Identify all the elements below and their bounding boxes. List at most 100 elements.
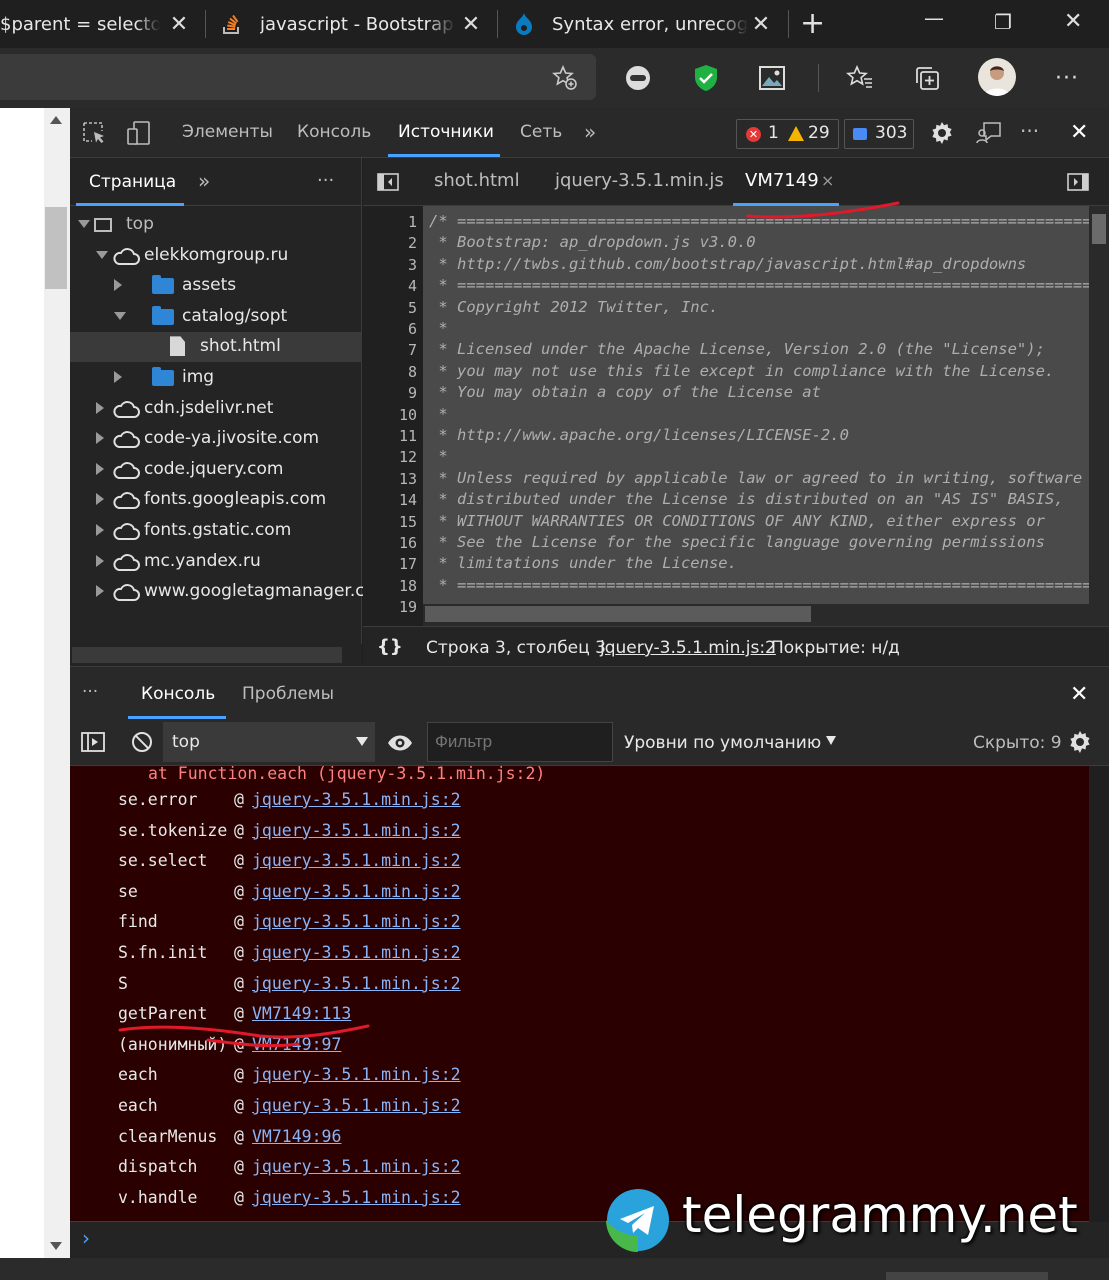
tree-item[interactable]: top	[70, 210, 362, 240]
browser-tab-1[interactable]: $parent = selector & ✕	[0, 0, 190, 48]
stack-source-link[interactable]: VM7149:96	[252, 1127, 341, 1146]
device-toolbar-icon[interactable]	[127, 120, 151, 150]
tree-item[interactable]: cdn.jsdelivr.net	[70, 394, 362, 424]
expand-arrow-right-icon[interactable]	[96, 401, 104, 414]
tab-elements[interactable]: Элементы	[182, 122, 273, 142]
console-settings-gear-icon[interactable]	[1068, 730, 1092, 758]
feedback-icon[interactable]	[976, 121, 1002, 149]
expand-arrow-right-icon[interactable]	[96, 432, 104, 445]
browser-tab-3[interactable]: Syntax error, unrecogni ✕	[514, 0, 772, 48]
settings-gear-icon[interactable]	[930, 121, 954, 149]
messages-counter[interactable]: 303	[844, 119, 914, 149]
navigator-more-button[interactable]: »	[198, 169, 210, 193]
tab-console[interactable]: Консоль	[297, 122, 371, 142]
browser-tab-2[interactable]: javascript - Bootstrap d ✕	[222, 0, 482, 48]
expand-arrow-right-icon[interactable]	[96, 524, 104, 536]
expand-arrow-down-icon[interactable]	[114, 311, 126, 320]
tree-item[interactable]: shot.html	[70, 332, 362, 363]
tree-item[interactable]: code-ya.jivosite.com	[70, 424, 362, 454]
tree-item[interactable]: fonts.gstatic.com	[70, 516, 362, 546]
close-devtools-button[interactable]: ✕	[1070, 120, 1088, 145]
devtools-menu-button[interactable]: ···	[1020, 119, 1039, 143]
new-tab-button[interactable]: +	[800, 6, 825, 41]
expand-arrow-down-icon[interactable]	[96, 250, 108, 259]
tab-network[interactable]: Сеть	[520, 122, 562, 142]
tree-item[interactable]: img	[70, 363, 362, 393]
tree-item[interactable]: mc.yandex.ru	[70, 547, 362, 577]
address-bar[interactable]	[0, 54, 596, 100]
close-editor-tab-icon[interactable]: ×	[821, 171, 834, 190]
stack-source-link[interactable]: VM7149:97	[252, 1035, 341, 1054]
editor-tab-vm7149[interactable]: VM7149	[745, 170, 819, 191]
close-tab-icon[interactable]: ✕	[168, 12, 190, 37]
navigator-scrollbar-thumb[interactable]	[72, 647, 342, 663]
tree-item[interactable]: www.googletagmanager.cc	[70, 577, 374, 607]
stack-source-link[interactable]: jquery-3.5.1.min.js:2	[252, 851, 461, 870]
expand-arrow-right-icon[interactable]	[96, 554, 104, 567]
navigator-menu-button[interactable]: ···	[317, 170, 334, 191]
tree-item[interactable]: code.jquery.com	[70, 455, 362, 485]
tree-item[interactable]: assets	[70, 271, 362, 301]
context-selector[interactable]: top	[163, 722, 375, 762]
expand-arrow-right-icon[interactable]	[96, 585, 104, 598]
extension-icon[interactable]	[623, 63, 653, 93]
more-tabs-button[interactable]: »	[584, 120, 596, 144]
stack-source-link[interactable]: jquery-3.5.1.min.js:2	[252, 821, 461, 840]
tree-item[interactable]: fonts.googleapis.com	[70, 485, 362, 515]
code-area[interactable]: /* =====================================…	[423, 206, 1089, 604]
shield-icon[interactable]	[691, 63, 721, 93]
stack-source-link[interactable]: jquery-3.5.1.min.js:2	[252, 912, 461, 931]
drawer-tab-console[interactable]: Консоль	[141, 684, 215, 704]
pretty-print-button[interactable]: {}	[377, 636, 403, 657]
stack-source-link[interactable]: jquery-3.5.1.min.js:2	[252, 790, 461, 809]
restore-button[interactable]: ❐	[994, 10, 1012, 34]
tab-page[interactable]: Страница	[89, 172, 176, 192]
scroll-up-icon[interactable]	[50, 116, 62, 124]
log-levels-dropdown[interactable]: Уровни по умолчанию	[624, 733, 821, 753]
tab-sources[interactable]: Источники	[398, 122, 494, 142]
close-window-button[interactable]: ✕	[1064, 9, 1082, 34]
stack-source-link[interactable]: jquery-3.5.1.min.js:2	[252, 882, 461, 901]
toggle-navigator-icon[interactable]	[377, 173, 399, 195]
toggle-debugger-icon[interactable]	[1067, 173, 1089, 195]
tree-item[interactable]: catalog/sopt	[70, 302, 362, 332]
live-expression-eye-icon[interactable]	[387, 734, 413, 756]
stack-source-link[interactable]: VM7149:113	[252, 1004, 351, 1023]
add-favorite-icon[interactable]	[550, 63, 580, 93]
clear-console-icon[interactable]	[131, 731, 153, 757]
avatar[interactable]	[978, 58, 1016, 96]
expand-arrow-right-icon[interactable]	[114, 279, 122, 292]
issues-counter[interactable]: ✕ 1 29	[736, 119, 839, 149]
expand-arrow-right-icon[interactable]	[114, 371, 122, 383]
stack-source-link[interactable]: jquery-3.5.1.min.js:2	[252, 974, 461, 993]
browser-menu-button[interactable]: ···	[1052, 63, 1082, 93]
close-tab-icon[interactable]: ✕	[460, 12, 482, 37]
image-extension-icon[interactable]	[757, 63, 787, 93]
code-editor[interactable]: 1 2 3 4 5 6 7 8 9 10 11 12 13 14 15 16 17 18 19 /* =======…	[363, 206, 1109, 626]
expand-arrow-down-icon[interactable]	[78, 220, 90, 228]
stack-source-link[interactable]: jquery-3.5.1.min.js:2	[252, 943, 461, 962]
minimize-button[interactable]: —	[924, 6, 944, 30]
filter-input[interactable]	[427, 722, 613, 762]
editor-hscroll-thumb[interactable]	[425, 606, 811, 622]
editor-tab-shot-html[interactable]: shot.html	[434, 170, 520, 191]
editor-scrollbar-thumb[interactable]	[1092, 214, 1106, 244]
editor-vertical-scrollbar[interactable]	[1089, 206, 1109, 626]
stack-source-link[interactable]: jquery-3.5.1.min.js:2	[252, 1157, 461, 1176]
favorites-icon[interactable]	[845, 63, 875, 93]
source-link[interactable]: jquery-3.5.1.min.js:2	[600, 638, 776, 658]
drawer-menu-button[interactable]: ···	[82, 682, 98, 702]
tree-item[interactable]: elekkomgroup.ru	[70, 241, 362, 271]
console-scrollbar[interactable]	[1089, 766, 1109, 1222]
stack-source-link[interactable]: jquery-3.5.1.min.js:2	[252, 1065, 461, 1084]
stack-source-link[interactable]: jquery-3.5.1.min.js:2	[252, 1096, 461, 1115]
page-scrollbar-thumb[interactable]	[45, 207, 67, 289]
scroll-down-icon[interactable]	[50, 1242, 62, 1250]
collections-icon[interactable]	[912, 63, 942, 93]
sidebar-toggle-icon[interactable]	[81, 732, 105, 756]
stack-source-link[interactable]: jquery-3.5.1.min.js:2	[252, 1188, 461, 1207]
editor-tab-jquery[interactable]: jquery-3.5.1.min.js	[555, 170, 724, 191]
drawer-tab-issues[interactable]: Проблемы	[242, 684, 334, 704]
expand-arrow-right-icon[interactable]	[96, 462, 104, 475]
close-tab-icon[interactable]: ✕	[750, 12, 772, 37]
